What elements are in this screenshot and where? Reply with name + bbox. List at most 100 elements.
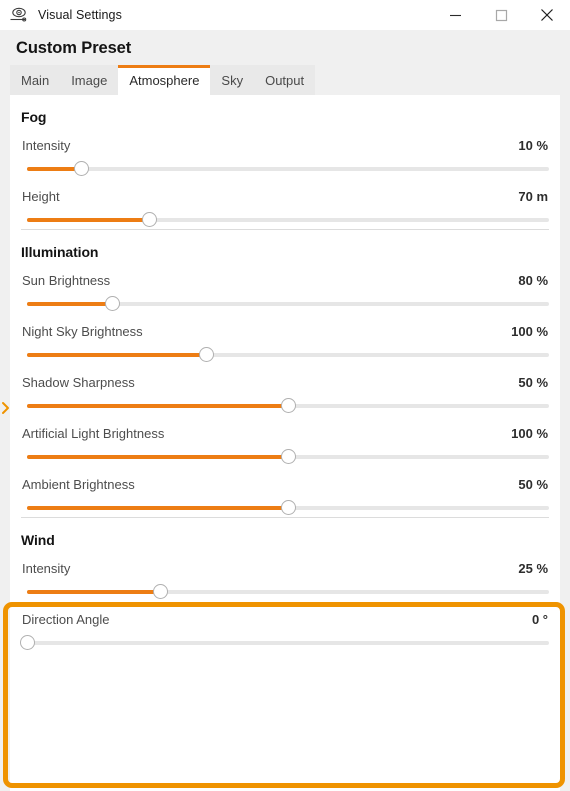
setting-row-header: Direction Angle 0 °	[21, 612, 549, 627]
tab-atmosphere[interactable]: Atmosphere	[118, 65, 211, 95]
setting-value: 10 %	[518, 138, 548, 153]
slider-sun-brightness[interactable]	[27, 293, 549, 313]
slider-artificial-light-brightness[interactable]	[27, 446, 549, 466]
setting-label: Night Sky Brightness	[22, 324, 143, 339]
setting-value-unit: %	[536, 273, 548, 288]
slider-fill	[27, 352, 207, 357]
setting-row-header: Ambient Brightness 50 %	[21, 477, 549, 492]
setting-value-number: 70	[518, 189, 533, 204]
slider-intensity[interactable]	[27, 158, 549, 178]
setting-label: Intensity	[22, 138, 71, 153]
setting-value-unit: %	[536, 138, 548, 153]
setting-value: 80 %	[518, 273, 548, 288]
setting-label: Artificial Light Brightness	[22, 426, 165, 441]
slider-shadow-sharpness[interactable]	[27, 395, 549, 415]
setting-label: Sun Brightness	[22, 273, 111, 288]
slider-thumb[interactable]	[198, 347, 214, 362]
setting-value: 0 °	[532, 612, 548, 627]
visual-settings-window: Visual Settings Custom Preset Main Image A…	[0, 0, 570, 791]
setting-label: Intensity	[22, 561, 71, 576]
setting-value: 50 %	[518, 477, 548, 492]
tab-output[interactable]: Output	[254, 65, 316, 95]
slider-fill	[27, 505, 288, 510]
setting-value-unit: %	[536, 426, 548, 441]
window-title: Visual Settings	[38, 8, 122, 22]
setting-row-header: Intensity 10 %	[21, 138, 549, 153]
tab-label: Sky	[221, 72, 244, 88]
setting-value-number: 50	[518, 477, 533, 492]
setting-row-sun-brightness: Sun Brightness 80 %	[21, 262, 549, 313]
tab-label: Atmosphere	[129, 72, 200, 88]
setting-row-night-sky-brightness: Night Sky Brightness 100 %	[21, 313, 549, 364]
slider-thumb[interactable]	[142, 212, 158, 227]
setting-value-unit: %	[536, 375, 548, 390]
slider-track[interactable]	[27, 640, 549, 645]
slider-track[interactable]	[27, 166, 549, 171]
setting-row-intensity: Intensity 10 %	[21, 127, 549, 178]
slider-height[interactable]	[27, 209, 549, 229]
setting-value-unit: %	[536, 561, 548, 576]
slider-direction-angle[interactable]	[19, 632, 549, 652]
slider-thumb[interactable]	[152, 584, 168, 599]
setting-value-number: 100	[511, 324, 533, 339]
setting-value-unit: %	[536, 477, 548, 492]
setting-value-number: 100	[511, 426, 533, 441]
page-title: Custom Preset	[16, 39, 132, 57]
tab-sky[interactable]: Sky	[210, 65, 255, 95]
tab-main[interactable]: Main	[10, 65, 61, 95]
setting-value-number: 50	[518, 375, 533, 390]
setting-row-header: Intensity 25 %	[21, 561, 549, 576]
tab-label: Output	[265, 72, 305, 88]
setting-row-header: Height 70 m	[21, 189, 549, 204]
chevron-right-icon[interactable]	[0, 399, 11, 417]
setting-row-artificial-light-brightness: Artificial Light Brightness 100 %	[21, 415, 549, 466]
slider-thumb[interactable]	[280, 449, 296, 464]
setting-row-header: Artificial Light Brightness 100 %	[21, 426, 549, 441]
slider-fill	[27, 454, 288, 459]
setting-row-ambient-brightness: Ambient Brightness 50 %	[21, 466, 549, 517]
section-illumination: Illumination Sun Brightness 80 % Night Sky …	[10, 230, 560, 517]
setting-value-number: 80	[518, 273, 533, 288]
setting-row-header: Night Sky Brightness 100 %	[21, 324, 549, 339]
settings-panel: Fog Intensity 10 % Height 70 m Illumination Su…	[10, 95, 560, 791]
setting-label: Ambient Brightness	[22, 477, 135, 492]
setting-value-unit: °	[542, 612, 548, 627]
slider-thumb[interactable]	[104, 296, 120, 311]
slider-thumb[interactable]	[74, 161, 90, 176]
maximize-icon[interactable]	[478, 0, 524, 30]
eye-visual-icon	[9, 5, 29, 25]
section-title: Fog	[21, 109, 47, 125]
setting-value-unit: %	[536, 324, 548, 339]
tab-label: Image	[71, 72, 108, 88]
setting-value-number: 0	[531, 612, 540, 627]
section-wind: Wind Intensity 25 % Direction Angle 0 °	[10, 518, 560, 652]
setting-value: 70 m	[518, 189, 548, 204]
setting-value: 50 %	[518, 375, 548, 390]
setting-value: 100 %	[511, 426, 548, 441]
setting-value-number: 10	[518, 138, 533, 153]
slider-fill	[27, 403, 288, 408]
section-title: Illumination	[21, 244, 99, 260]
setting-row-height: Height 70 m	[21, 178, 549, 229]
slider-intensity[interactable]	[27, 581, 549, 601]
slider-thumb[interactable]	[280, 500, 296, 515]
setting-label: Height	[22, 189, 60, 204]
slider-thumb[interactable]	[19, 635, 35, 650]
setting-value: 25 %	[518, 561, 548, 576]
slider-thumb[interactable]	[280, 398, 296, 413]
setting-row-shadow-sharpness: Shadow Sharpness 50 %	[21, 364, 549, 415]
slider-night-sky-brightness[interactable]	[27, 344, 549, 364]
slider-fill	[27, 217, 150, 222]
tab-image[interactable]: Image	[60, 65, 119, 95]
setting-label: Shadow Sharpness	[22, 375, 135, 390]
slider-fill	[27, 589, 161, 594]
section-title: Wind	[21, 532, 55, 548]
setting-value: 100 %	[511, 324, 548, 339]
setting-row-direction-angle: Direction Angle 0 °	[19, 601, 549, 652]
setting-row-header: Sun Brightness 80 %	[21, 273, 549, 288]
minimize-icon[interactable]	[432, 0, 478, 30]
setting-value-unit: m	[536, 189, 548, 204]
setting-row-intensity: Intensity 25 %	[21, 550, 549, 601]
close-icon[interactable]	[524, 0, 570, 30]
slider-ambient-brightness[interactable]	[27, 497, 549, 517]
